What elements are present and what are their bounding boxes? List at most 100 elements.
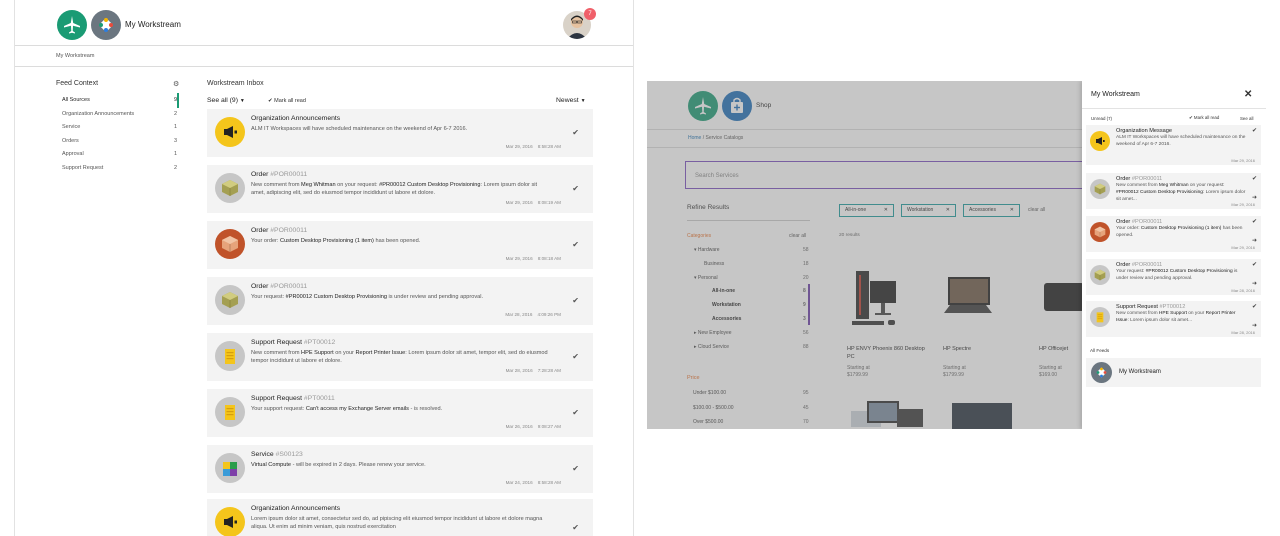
- feed-source-label: All Sources: [62, 97, 90, 103]
- chevron-down-icon: ▼: [580, 98, 586, 104]
- mark-read-check-icon[interactable]: ✔: [1252, 261, 1257, 268]
- unread-filter[interactable]: Unread (7): [1091, 116, 1112, 121]
- message-fragment: Your order:: [1116, 226, 1141, 231]
- inbox-card[interactable]: Order #POR00011 Your order: Custom Deskt…: [207, 221, 593, 269]
- workstream-logo-icon: [1091, 362, 1112, 383]
- panel-title: My Workstream: [1091, 91, 1140, 98]
- card-date: Mar 29, 2016: [1231, 245, 1255, 250]
- mark-read-check-icon[interactable]: ✔: [572, 352, 579, 361]
- panel-card[interactable]: Order #POR00011 New comment from Meg Whi…: [1086, 173, 1261, 209]
- inbox-title: Workstream Inbox: [207, 80, 264, 87]
- close-icon[interactable]: ✕: [1244, 89, 1252, 100]
- card-number: #POR00011: [270, 171, 308, 178]
- card-title: Organization Announcements: [251, 505, 341, 512]
- open-arrow-icon[interactable]: ➜: [1252, 194, 1257, 201]
- card-number: #POR00011: [270, 283, 308, 290]
- message-fragment: New comment from: [251, 350, 302, 356]
- message-fragment: Virtual Compute: [251, 462, 292, 468]
- inbox-card[interactable]: Organization Announcements ALM IT Worksp…: [207, 109, 593, 157]
- card-message: Your order: Custom Desktop Provisioning …: [251, 237, 551, 245]
- mark-read-check-icon[interactable]: ✔: [572, 240, 579, 249]
- see-all-dropdown[interactable]: See all (9) ▼: [207, 97, 245, 104]
- feed-source-count: 3: [173, 137, 177, 144]
- panel-card[interactable]: Order #POR00011 Your request: #PR00012 C…: [1086, 259, 1261, 295]
- card-time: 8:58:28 AM: [537, 144, 561, 149]
- inbox-card[interactable]: Service #S00123 Virtual Compute - will b…: [207, 445, 593, 493]
- card-message: Lorem ipsum dolor sit amet, consectetur …: [251, 515, 551, 532]
- card-title: Order: [251, 227, 269, 234]
- card-time: 4:09:26 PM: [537, 312, 562, 317]
- chevron-down-icon: ▼: [239, 98, 245, 104]
- mark-read-check-icon[interactable]: ✔: [1252, 218, 1257, 225]
- message-fragment: New comment from: [1116, 183, 1159, 188]
- mark-read-check-icon[interactable]: ✔: [572, 296, 579, 305]
- inbox-card[interactable]: Organization Announcements Lorem ipsum d…: [207, 499, 593, 536]
- panel-card[interactable]: Organization Message ALM IT Workspaces w…: [1086, 125, 1261, 165]
- inbox-card[interactable]: Support Request #PT00012 New comment fro…: [207, 333, 593, 381]
- open-arrow-icon[interactable]: ➜: [1252, 280, 1257, 287]
- feed-my-workstream[interactable]: My Workstream: [1086, 358, 1261, 387]
- card-message: ALM IT Workspaces will have scheduled ma…: [1116, 135, 1246, 149]
- feed-source-item[interactable]: Support Request 2: [62, 165, 177, 171]
- feed-source-item[interactable]: All Sources 9: [62, 97, 177, 103]
- mark-read-check-icon[interactable]: ✔: [1252, 175, 1257, 182]
- panel-card[interactable]: Support Request #PT00012 New comment fro…: [1086, 301, 1261, 337]
- inbox-card[interactable]: Order #POR00011 New comment from Meg Whi…: [207, 165, 593, 213]
- open-arrow-icon[interactable]: ➜: [1252, 322, 1257, 329]
- plane-logo-icon[interactable]: [57, 10, 87, 40]
- message-fragment: ALM IT Workspaces will have scheduled ma…: [251, 126, 468, 132]
- message-fragment: on your request:: [335, 182, 380, 188]
- open-arrow-icon[interactable]: ➜: [1252, 237, 1257, 244]
- message-fragment: Your request:: [1116, 269, 1146, 274]
- message-fragment: #PR00012 Custom Desktop Provisioning: [1145, 269, 1233, 274]
- panel-card[interactable]: Order #POR00011 Your order: Custom Deskt…: [1086, 216, 1261, 252]
- card-date: Mar 28, 2016: [1231, 330, 1255, 335]
- mark-all-read-button[interactable]: ✔ Mark all read: [268, 98, 306, 104]
- breadcrumb[interactable]: My Workstream: [56, 53, 94, 59]
- package-icon: [1090, 265, 1110, 285]
- message-fragment: has been opened.: [373, 238, 421, 244]
- sort-dropdown[interactable]: Newest ▼: [556, 97, 586, 104]
- inbox-card[interactable]: Order #POR00011 Your request: #PR00012 C…: [207, 277, 593, 325]
- mark-read-check-icon[interactable]: ✔: [572, 128, 579, 137]
- mark-read-check-icon[interactable]: ✔: [1252, 127, 1257, 134]
- mark-all-read-label: Mark all read: [1193, 115, 1220, 120]
- check-icon: ✔: [268, 98, 273, 104]
- card-message: Your request: #PR00012 Custom Desktop Pr…: [251, 293, 551, 301]
- card-title: Organization Announcements: [251, 115, 341, 122]
- package-icon: [215, 229, 245, 259]
- mark-read-check-icon[interactable]: ✔: [572, 408, 579, 417]
- feed-source-count: 1: [173, 124, 177, 131]
- mark-read-check-icon[interactable]: ✔: [572, 523, 579, 532]
- mark-read-check-icon[interactable]: ✔: [572, 184, 579, 193]
- card-number: #POR00011: [1131, 219, 1163, 225]
- card-timestamp: Mar 29, 2016 8:58:28 AM: [506, 144, 561, 149]
- inbox-card[interactable]: Support Request #PT00011 Your support re…: [207, 389, 593, 437]
- card-number: #POR00011: [1131, 262, 1163, 268]
- card-date: Mar 28, 2016: [505, 312, 533, 317]
- card-date: Mar 24, 2016: [505, 480, 533, 485]
- message-fragment: Your request:: [251, 294, 286, 300]
- card-number: #PT00012: [303, 339, 336, 346]
- modal-overlay[interactable]: [647, 81, 1082, 429]
- feed-source-label: Support Request: [62, 165, 104, 171]
- feed-source-item[interactable]: Service 1: [62, 124, 177, 130]
- mark-read-check-icon[interactable]: ✔: [1252, 303, 1257, 310]
- card-time: 8:58:28 AM: [537, 480, 561, 485]
- see-all-link[interactable]: See all: [1240, 116, 1253, 121]
- message-fragment: HPE Support: [1158, 311, 1187, 316]
- feed-source-item[interactable]: Orders 3: [62, 138, 177, 144]
- gear-icon[interactable]: ⚙: [173, 80, 179, 88]
- feed-source-item[interactable]: Approval 1: [62, 151, 177, 157]
- card-date: Mar 26, 2016: [505, 424, 533, 429]
- card-date: Mar 28, 2016: [505, 368, 533, 373]
- mark-all-read-button[interactable]: ✔ Mark all read: [1189, 115, 1219, 121]
- breadcrumb-divider: [15, 66, 633, 67]
- sort-label: Newest: [556, 97, 579, 104]
- message-fragment: Can't access my Exchange Server emails: [305, 406, 409, 412]
- card-message: Your order: Custom Desktop Provisioning …: [1116, 226, 1246, 240]
- feed-context-title: Feed Context: [56, 80, 99, 87]
- mark-read-check-icon[interactable]: ✔: [572, 464, 579, 473]
- feed-source-item[interactable]: Organization Announcements 2: [62, 111, 177, 117]
- workstream-logo-icon[interactable]: [91, 10, 121, 40]
